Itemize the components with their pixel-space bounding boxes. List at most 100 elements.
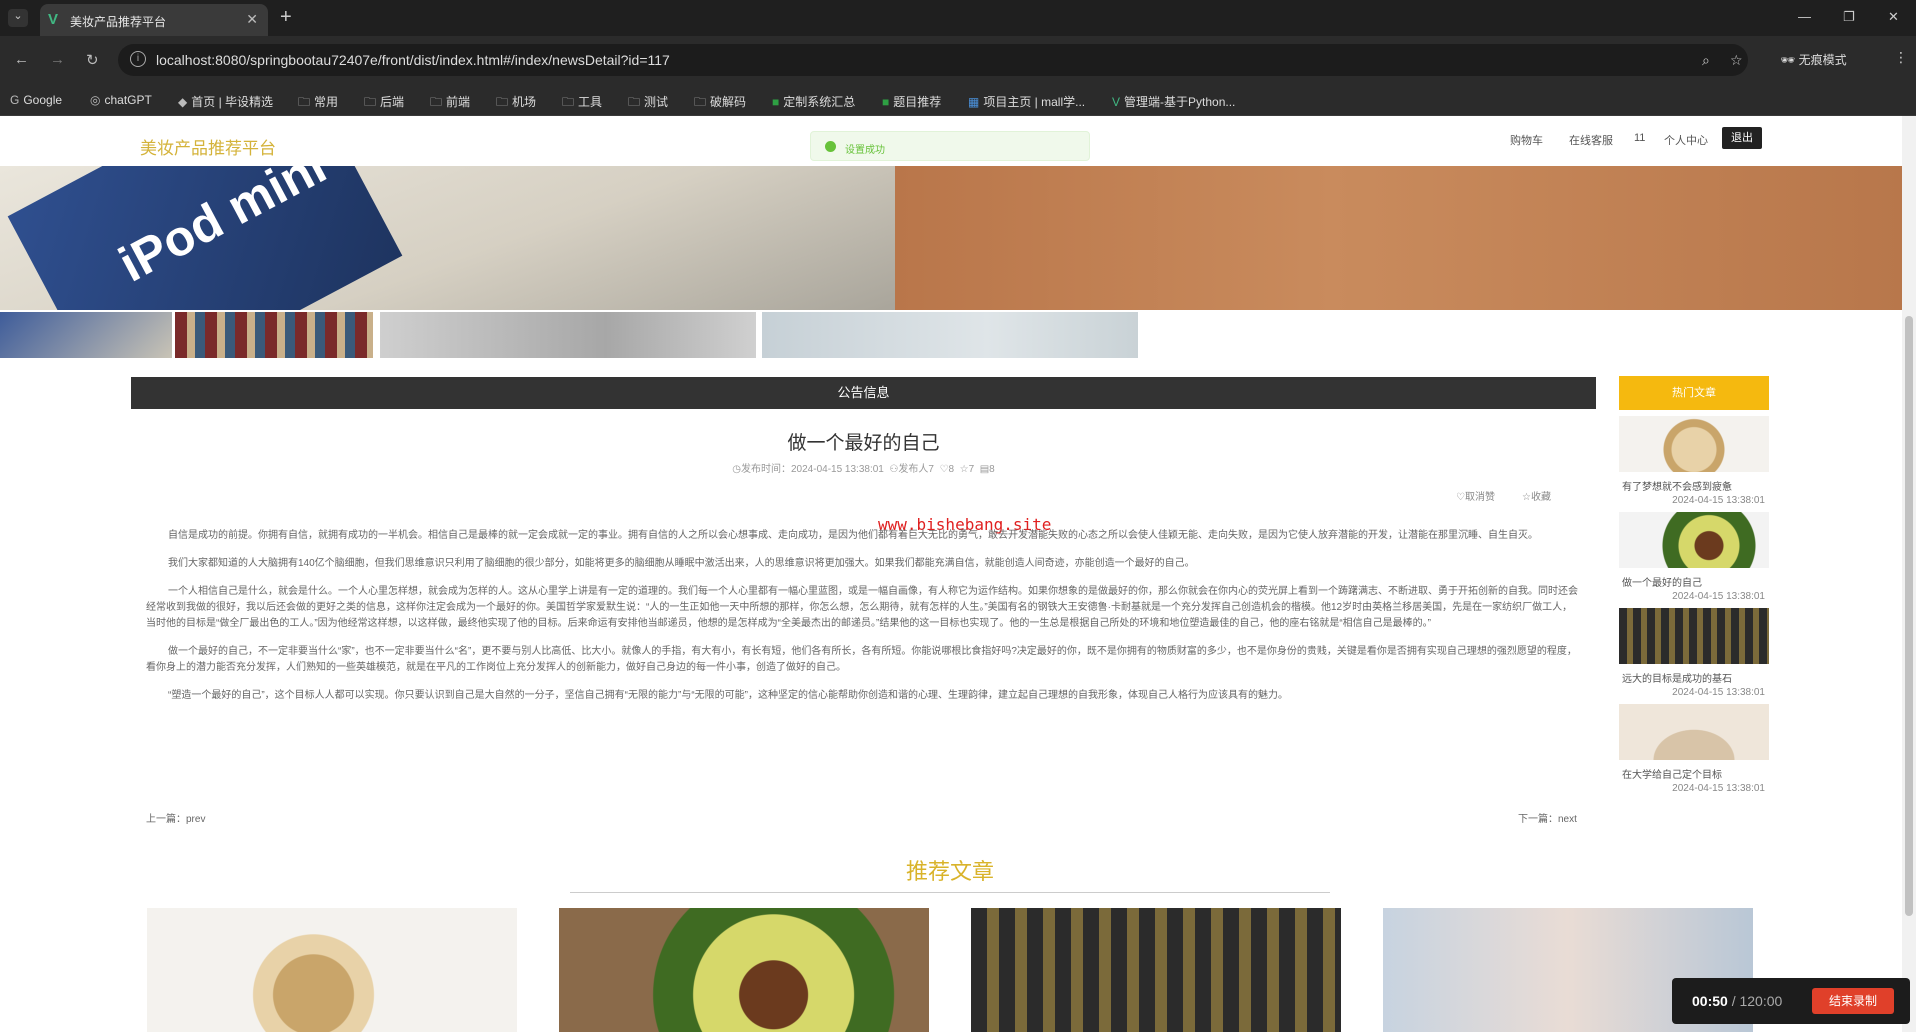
hot-article-name: 远大的目标是成功的基石 bbox=[1622, 674, 1732, 685]
restore-icon[interactable]: ❐ bbox=[1843, 9, 1855, 25]
bookmark-folder-airport[interactable]: 🗀 机场 bbox=[496, 93, 536, 114]
nav-online-service[interactable]: 在线客服 bbox=[1569, 132, 1613, 148]
browser-menu-icon[interactable]: ⋮ bbox=[1894, 49, 1908, 66]
browser-tab[interactable]: V 美妆产品推荐平台 ✕ bbox=[40, 4, 268, 36]
scrollbar-thumb[interactable] bbox=[1905, 316, 1913, 916]
hot-article-image bbox=[1619, 704, 1769, 760]
zoom-icon[interactable]: ⌕ bbox=[1702, 52, 1710, 69]
bookmark-folder-tools[interactable]: 🗀 工具 bbox=[562, 93, 602, 114]
hot-article-image bbox=[1619, 608, 1769, 664]
tab-title: 美妆产品推荐平台 bbox=[70, 15, 167, 29]
folder-icon: 🗀 bbox=[562, 95, 575, 109]
thumbnail-1[interactable] bbox=[0, 312, 172, 358]
bookmark-star-icon[interactable]: ☆ bbox=[1730, 52, 1743, 69]
bookmark-topics[interactable]: ■ 题目推荐 bbox=[882, 93, 941, 110]
vue-logo-icon: V bbox=[48, 11, 59, 28]
bookmark-label: 测试 bbox=[644, 95, 669, 109]
bookmark-chatgpt[interactable]: ◎ chatGPT bbox=[90, 93, 152, 107]
recommended-card[interactable] bbox=[559, 908, 929, 1032]
success-toast: 设置成功 bbox=[810, 131, 1090, 161]
nav-cart[interactable]: 购物车 bbox=[1510, 132, 1543, 148]
hot-article-item[interactable]: 在大学给自己定个目标 2024-04-15 13:38:01 bbox=[1619, 704, 1769, 794]
sheet-icon: ■ bbox=[882, 95, 890, 109]
nav-username[interactable]: 11 bbox=[1634, 132, 1645, 144]
browser-tab-bar: ⌄ V 美妆产品推荐平台 ✕ + — ❐ ✕ bbox=[0, 0, 1916, 36]
hot-article-item[interactable]: 有了梦想就不会感到疲惫 2024-04-15 13:38:01 bbox=[1619, 416, 1769, 506]
toast-text: 设置成功 bbox=[845, 145, 885, 156]
success-icon bbox=[825, 141, 836, 152]
meta-author: 发布人7 bbox=[898, 464, 934, 475]
site-info-icon[interactable]: i bbox=[130, 51, 146, 67]
close-tab-icon[interactable]: ✕ bbox=[246, 11, 258, 28]
banner-carousel[interactable]: iPod mini bbox=[0, 166, 1902, 310]
hot-article-name: 做一个最好的自己 bbox=[1622, 578, 1702, 589]
bookmark-folder-backend[interactable]: 🗀 后端 bbox=[364, 93, 404, 114]
page-scrollbar[interactable] bbox=[1902, 116, 1916, 1032]
folder-icon: 🗀 bbox=[364, 95, 377, 109]
article-paragraph: 一个人相信自己是什么，就会是什么。一个人心里怎样想，就会成为怎样的人。这从心里学… bbox=[146, 586, 1578, 629]
incognito-label: 无痕模式 bbox=[1798, 53, 1847, 67]
bookmark-folder-common[interactable]: 🗀 常用 bbox=[298, 93, 338, 114]
new-tab-icon[interactable]: + bbox=[280, 6, 292, 29]
folder-icon: 🗀 bbox=[430, 95, 443, 109]
recording-timer: 00:50 / 120:00 bbox=[1692, 993, 1782, 1009]
next-article-link[interactable]: 下一篇：next bbox=[1518, 810, 1577, 825]
stop-recording-button[interactable]: 结束录制 bbox=[1812, 988, 1894, 1014]
recommended-title: 推荐文章 bbox=[905, 859, 994, 884]
hot-article-item[interactable]: 做一个最好的自己 2024-04-15 13:38:01 bbox=[1619, 512, 1769, 602]
thumbnail-3[interactable] bbox=[380, 312, 756, 358]
bookmark-folder-test[interactable]: 🗀 测试 bbox=[628, 93, 668, 114]
heart-icon: ♡ bbox=[1456, 492, 1465, 503]
reload-icon[interactable]: ↻ bbox=[86, 51, 99, 69]
site-logo[interactable]: 美妆产品推荐平台 bbox=[140, 134, 276, 159]
bookmark-label: 首页 | 毕设精选 bbox=[191, 95, 274, 109]
folder-icon: 🗀 bbox=[694, 95, 707, 109]
bookmark-admin[interactable]: V 管理端-基于Python... bbox=[1112, 93, 1235, 110]
tab-list-icon[interactable]: ⌄ bbox=[8, 9, 28, 27]
forward-icon[interactable]: → bbox=[50, 51, 65, 68]
section-title-bar: 公告信息 bbox=[131, 377, 1596, 409]
favorite-button[interactable]: ☆收藏 bbox=[1522, 488, 1551, 503]
minimize-icon[interactable]: — bbox=[1798, 9, 1811, 24]
meta-favs: 7 bbox=[968, 464, 975, 475]
close-window-icon[interactable]: ✕ bbox=[1888, 9, 1899, 25]
bookmark-label: 破解码 bbox=[710, 95, 747, 109]
hot-article-date: 2024-04-15 13:38:01 bbox=[1672, 687, 1765, 698]
recommended-card[interactable] bbox=[971, 908, 1341, 1032]
recommended-card[interactable] bbox=[147, 908, 517, 1032]
bookmark-project[interactable]: ▦ 项目主页 | mall学... bbox=[968, 93, 1085, 110]
logout-button[interactable]: 退出 bbox=[1722, 127, 1762, 149]
bookmark-label: 前端 bbox=[446, 95, 471, 109]
unlike-label: 取消赞 bbox=[1464, 492, 1495, 503]
unlike-button[interactable]: ♡取消赞 bbox=[1456, 488, 1495, 503]
nav-user-center[interactable]: 个人中心 bbox=[1664, 132, 1708, 148]
bookmarks-bar: G Google ◎ chatGPT ◆ 首页 | 毕设精选 🗀 常用 🗀 后端 🗀 前端 … bbox=[0, 84, 1916, 116]
incognito-indicator[interactable]: 🕶 无痕模式 bbox=[1780, 51, 1847, 68]
bookmark-label: 常用 bbox=[314, 95, 339, 109]
bookmark-google[interactable]: G Google bbox=[10, 93, 62, 107]
bookmark-custom[interactable]: ■ 定制系统汇总 bbox=[772, 93, 855, 110]
view-icon: ▤ bbox=[979, 464, 990, 475]
thumbnail-2[interactable] bbox=[175, 312, 373, 358]
bookmark-label: 工具 bbox=[578, 95, 603, 109]
page-viewport: 美妆产品推荐平台 设置成功 购物车 在线客服 11 个人中心 退出 iPod m… bbox=[0, 116, 1916, 1032]
recording-elapsed: 00:50 bbox=[1692, 993, 1728, 1009]
hot-article-image bbox=[1619, 512, 1769, 568]
grid-icon: ▦ bbox=[968, 95, 980, 109]
prev-article-link[interactable]: 上一篇：prev bbox=[146, 810, 205, 825]
next-value: next bbox=[1558, 814, 1577, 825]
bookmark-label: 管理端-基于Python... bbox=[1124, 95, 1236, 109]
bookmark-folder-frontend[interactable]: 🗀 前端 bbox=[430, 93, 470, 114]
meta-views: 8 bbox=[989, 464, 995, 475]
bookmark-label: 后端 bbox=[380, 95, 405, 109]
bookmark-home[interactable]: ◆ 首页 | 毕设精选 bbox=[178, 93, 273, 110]
hot-article-item[interactable]: 远大的目标是成功的基石 2024-04-15 13:38:01 bbox=[1619, 608, 1769, 698]
meta-time: 发布时间：2024-04-15 13:38:01 bbox=[741, 464, 884, 475]
back-icon[interactable]: ← bbox=[14, 51, 29, 68]
url-field[interactable]: i localhost:8080/springbootau72407e/fron… bbox=[118, 44, 1748, 76]
article-meta: ◷发布时间：2024-04-15 13:38:01 ⚇发布人7 ♡8 ☆7 ▤8 bbox=[131, 460, 1596, 475]
thumbnail-4[interactable] bbox=[762, 312, 1138, 358]
url-text: localhost:8080/springbootau72407e/front/… bbox=[156, 52, 670, 68]
bookmark-folder-crack[interactable]: 🗀 破解码 bbox=[694, 93, 746, 114]
clock-icon: ◷ bbox=[732, 464, 741, 475]
